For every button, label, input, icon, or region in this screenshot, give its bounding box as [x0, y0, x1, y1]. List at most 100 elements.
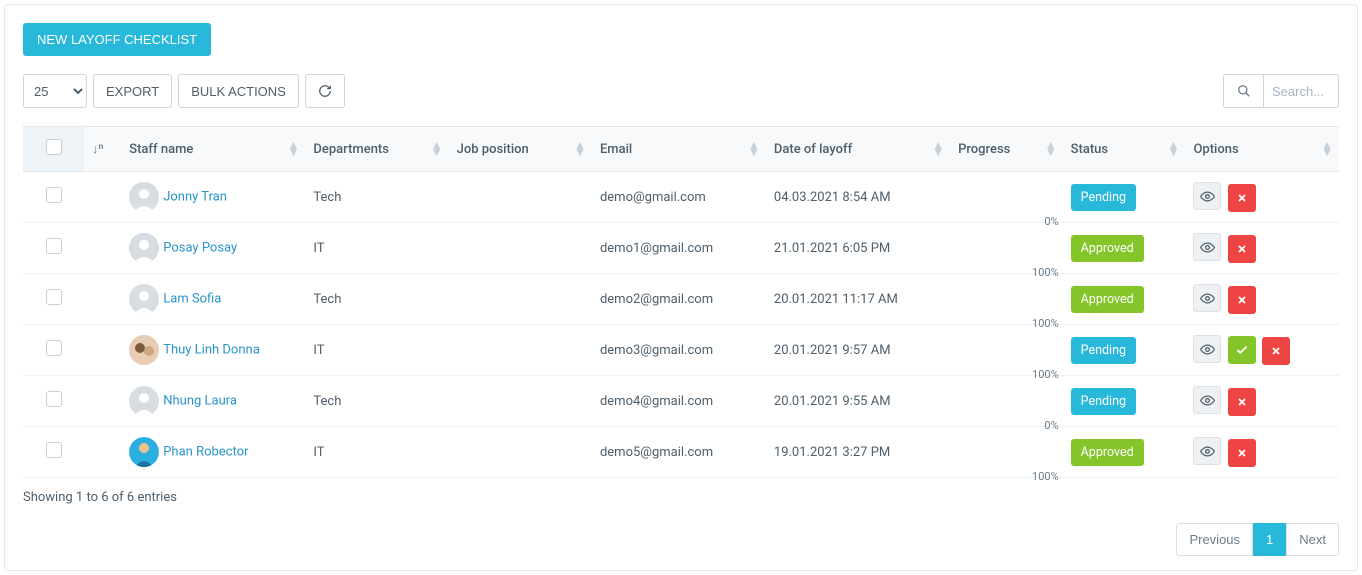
delete-button[interactable] — [1228, 286, 1256, 314]
page-size-select[interactable]: 25 — [23, 74, 87, 108]
cell-date: 21.01.2021 6:05 PM — [766, 223, 950, 274]
cell-date: 20.01.2021 9:57 AM — [766, 325, 950, 376]
cell-progress: 0% — [950, 172, 1063, 223]
cell-job — [449, 325, 592, 376]
avatar — [129, 437, 159, 467]
col-staff-name[interactable]: Staff name▲▼ — [121, 127, 305, 172]
col-departments[interactable]: Departments▲▼ — [305, 127, 448, 172]
close-icon — [1270, 345, 1282, 357]
col-progress[interactable]: Progress▲▼ — [950, 127, 1063, 172]
staff-name-link[interactable]: Phan Robector — [163, 444, 248, 459]
cell-progress: 100% — [950, 325, 1063, 376]
pager-page-1[interactable]: 1 — [1253, 523, 1286, 556]
cell-department: IT — [305, 325, 448, 376]
cell-department: Tech — [305, 376, 448, 427]
avatar — [129, 335, 159, 365]
table-row: Jonny Tran Tech demo@gmail.com 04.03.202… — [23, 172, 1339, 223]
staff-name-link[interactable]: Nhung Laura — [163, 393, 237, 408]
status-badge: Approved — [1071, 439, 1144, 466]
pagination: Previous 1 Next — [23, 523, 1339, 556]
view-button[interactable] — [1193, 386, 1221, 414]
cell-email: demo4@gmail.com — [592, 376, 766, 427]
cell-department: Tech — [305, 172, 448, 223]
cell-job — [449, 376, 592, 427]
cell-date: 20.01.2021 11:17 AM — [766, 274, 950, 325]
delete-button[interactable] — [1228, 439, 1256, 467]
layoff-panel: NEW LAYOFF CHECKLIST 25 EXPORT BULK ACTI… — [4, 4, 1358, 571]
search-input[interactable] — [1263, 74, 1339, 108]
cell-email: demo@gmail.com — [592, 172, 766, 223]
view-button[interactable] — [1193, 233, 1221, 261]
staff-name-link[interactable]: Posay Posay — [163, 240, 237, 255]
delete-button[interactable] — [1228, 235, 1256, 263]
eye-icon — [1200, 291, 1215, 306]
status-badge: Approved — [1071, 286, 1144, 313]
col-options: Options▲▼ — [1185, 127, 1339, 172]
col-email[interactable]: Email▲▼ — [592, 127, 766, 172]
col-status[interactable]: Status▲▼ — [1063, 127, 1186, 172]
col-job-position[interactable]: Job position▲▼ — [449, 127, 592, 172]
col-sort-index[interactable]: ↓ⁿ — [84, 127, 121, 172]
staff-name-link[interactable]: Lam Sofia — [163, 291, 221, 306]
pager-previous[interactable]: Previous — [1176, 523, 1253, 556]
eye-icon — [1200, 393, 1215, 408]
row-checkbox[interactable] — [46, 238, 62, 254]
eye-icon — [1200, 189, 1215, 204]
search-button[interactable] — [1223, 74, 1263, 108]
search-icon — [1237, 84, 1251, 98]
staff-name-link[interactable]: Thuy Linh Donna — [163, 342, 260, 357]
cell-department: Tech — [305, 274, 448, 325]
new-layoff-checklist-button[interactable]: NEW LAYOFF CHECKLIST — [23, 23, 211, 56]
cell-email: demo5@gmail.com — [592, 427, 766, 478]
avatar — [129, 233, 159, 263]
refresh-button[interactable] — [305, 74, 345, 108]
avatar — [129, 182, 159, 212]
view-button[interactable] — [1193, 182, 1221, 210]
pager-next[interactable]: Next — [1286, 523, 1339, 556]
delete-button[interactable] — [1228, 388, 1256, 416]
export-button[interactable]: EXPORT — [93, 74, 172, 108]
close-icon — [1236, 243, 1248, 255]
row-checkbox[interactable] — [46, 442, 62, 458]
eye-icon — [1200, 342, 1215, 357]
select-all-checkbox[interactable] — [46, 139, 62, 155]
staff-name-link[interactable]: Jonny Tran — [163, 189, 227, 204]
cell-email: demo1@gmail.com — [592, 223, 766, 274]
delete-button[interactable] — [1228, 184, 1256, 212]
layoff-table: ↓ⁿ Staff name▲▼ Departments▲▼ Job positi… — [23, 126, 1339, 478]
row-checkbox[interactable] — [46, 391, 62, 407]
check-icon — [1235, 343, 1249, 357]
approve-button[interactable] — [1228, 336, 1256, 364]
table-row: Phan Robector IT demo5@gmail.com 19.01.2… — [23, 427, 1339, 478]
cell-progress: 100% — [950, 223, 1063, 274]
cell-email: demo3@gmail.com — [592, 325, 766, 376]
status-badge: Pending — [1071, 337, 1136, 364]
delete-button[interactable] — [1262, 337, 1290, 365]
eye-icon — [1200, 444, 1215, 459]
view-button[interactable] — [1193, 335, 1221, 363]
status-badge: Pending — [1071, 388, 1136, 415]
cell-progress: 100% — [950, 427, 1063, 478]
close-icon — [1236, 447, 1248, 459]
row-checkbox[interactable] — [46, 340, 62, 356]
table-row: Nhung Laura Tech demo4@gmail.com 20.01.2… — [23, 376, 1339, 427]
cell-department: IT — [305, 223, 448, 274]
sort-desc-icon: ↓ⁿ — [92, 142, 103, 156]
view-button[interactable] — [1193, 284, 1221, 312]
cell-date: 04.03.2021 8:54 AM — [766, 172, 950, 223]
close-icon — [1236, 294, 1248, 306]
table-row: Posay Posay IT demo1@gmail.com 21.01.202… — [23, 223, 1339, 274]
close-icon — [1236, 396, 1248, 408]
cell-progress: 100% — [950, 274, 1063, 325]
bulk-actions-button[interactable]: BULK ACTIONS — [178, 74, 299, 108]
view-button[interactable] — [1193, 437, 1221, 465]
row-checkbox[interactable] — [46, 289, 62, 305]
entries-info: Showing 1 to 6 of 6 entries — [23, 490, 1339, 505]
cell-job — [449, 172, 592, 223]
cell-progress: 0% — [950, 376, 1063, 427]
cell-job — [449, 427, 592, 478]
col-date-of-layoff[interactable]: Date of layoff▲▼ — [766, 127, 950, 172]
row-checkbox[interactable] — [46, 187, 62, 203]
status-badge: Approved — [1071, 235, 1144, 262]
table-row: Thuy Linh Donna IT demo3@gmail.com 20.01… — [23, 325, 1339, 376]
